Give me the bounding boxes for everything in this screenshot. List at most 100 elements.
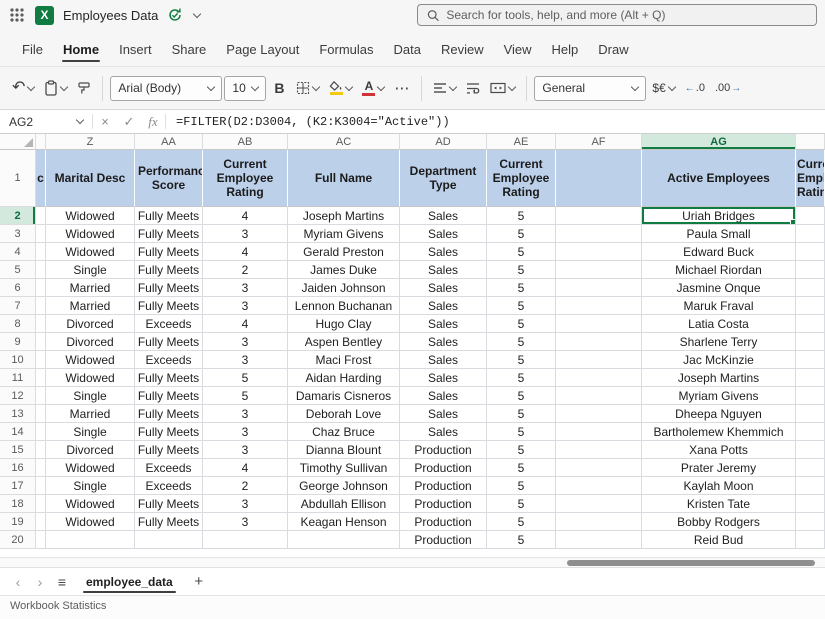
cell-aa15[interactable]: Fully Meets [135, 441, 203, 459]
cell-af2[interactable] [556, 207, 642, 225]
cell-af9[interactable] [556, 333, 642, 351]
cell-ac8[interactable]: Hugo Clay [288, 315, 400, 333]
cell-ae12[interactable]: 5 [487, 387, 556, 405]
cell-ae13[interactable]: 5 [487, 405, 556, 423]
app-launcher-button[interactable] [8, 6, 26, 24]
cell-ad2[interactable]: Sales [400, 207, 487, 225]
cell-ae18[interactable]: 5 [487, 495, 556, 513]
cell-af13[interactable] [556, 405, 642, 423]
cell-x5[interactable] [796, 261, 825, 279]
cell-ab2[interactable]: 4 [203, 207, 288, 225]
cell-ac7[interactable]: Lennon Buchanan [288, 297, 400, 315]
menu-item-view[interactable]: View [494, 35, 542, 66]
cell-z16[interactable]: Widowed [46, 459, 135, 477]
cell-x12[interactable] [36, 387, 46, 405]
cell-af12[interactable] [556, 387, 642, 405]
name-box[interactable]: AG2 [0, 110, 92, 133]
cell-x4[interactable] [36, 243, 46, 261]
cell-ab3[interactable]: 3 [203, 225, 288, 243]
alignment-button[interactable] [429, 74, 460, 102]
cell-af19[interactable] [556, 513, 642, 531]
row-header-7[interactable]: 7 [0, 297, 36, 315]
cell-x11[interactable] [36, 369, 46, 387]
cell-aa19[interactable]: Fully Meets [135, 513, 203, 531]
menu-item-data[interactable]: Data [384, 35, 431, 66]
more-font-options-button[interactable]: ⋯ [390, 74, 414, 102]
cell-ab17[interactable]: 2 [203, 477, 288, 495]
cell-ae16[interactable]: 5 [487, 459, 556, 477]
row-header-11[interactable]: 11 [0, 369, 36, 387]
cell-x13[interactable] [36, 405, 46, 423]
cell-x3[interactable] [796, 225, 825, 243]
cell-ab4[interactable]: 4 [203, 243, 288, 261]
cell-aa7[interactable]: Fully Meets [135, 297, 203, 315]
cell-x18[interactable] [796, 495, 825, 513]
cell-ad3[interactable]: Sales [400, 225, 487, 243]
cell-af17[interactable] [556, 477, 642, 495]
increase-decimal-button[interactable]: .00 → [711, 74, 745, 102]
cell-ae14[interactable]: 5 [487, 423, 556, 441]
column-header-partial[interactable] [796, 134, 825, 150]
cell-aa3[interactable]: Fully Meets [135, 225, 203, 243]
cell-af3[interactable] [556, 225, 642, 243]
cell-ad9[interactable]: Sales [400, 333, 487, 351]
cell-ab12[interactable]: 5 [203, 387, 288, 405]
cell-ad4[interactable]: Sales [400, 243, 487, 261]
column-header-partial[interactable] [36, 134, 46, 150]
fill-handle[interactable] [790, 219, 795, 224]
cell-x20[interactable] [796, 531, 825, 549]
cell-x19[interactable] [36, 513, 46, 531]
cell-ae4[interactable]: 5 [487, 243, 556, 261]
header-cell-partial1[interactable]: c [36, 150, 46, 207]
cell-ad11[interactable]: Sales [400, 369, 487, 387]
cell-ac3[interactable]: Myriam Givens [288, 225, 400, 243]
header-cell-aa1[interactable]: Performance Score [135, 150, 203, 207]
row-header-19[interactable]: 19 [0, 513, 36, 531]
header-cell-z1[interactable]: Marital Desc [46, 150, 135, 207]
cell-x10[interactable] [36, 351, 46, 369]
cell-aa12[interactable]: Fully Meets [135, 387, 203, 405]
cell-aa6[interactable]: Fully Meets [135, 279, 203, 297]
column-header-ac[interactable]: AC [288, 134, 400, 150]
cell-ac16[interactable]: Timothy Sullivan [288, 459, 400, 477]
cell-z18[interactable]: Widowed [46, 495, 135, 513]
cell-aa9[interactable]: Fully Meets [135, 333, 203, 351]
cell-ag8[interactable]: Latia Costa [642, 315, 796, 333]
cell-z19[interactable]: Widowed [46, 513, 135, 531]
cell-x5[interactable] [36, 261, 46, 279]
cell-x17[interactable] [36, 477, 46, 495]
cell-ab8[interactable]: 4 [203, 315, 288, 333]
cell-z3[interactable]: Widowed [46, 225, 135, 243]
cell-ab14[interactable]: 3 [203, 423, 288, 441]
cell-z5[interactable]: Single [46, 261, 135, 279]
cell-af10[interactable] [556, 351, 642, 369]
search-box[interactable] [417, 4, 817, 26]
add-sheet-button[interactable]: + [187, 571, 211, 593]
cell-ad19[interactable]: Production [400, 513, 487, 531]
number-format-combobox[interactable]: General [534, 76, 646, 101]
borders-button[interactable] [292, 74, 323, 102]
cell-ag17[interactable]: Kaylah Moon [642, 477, 796, 495]
header-cell-af1[interactable] [556, 150, 642, 207]
cell-x15[interactable] [796, 441, 825, 459]
cell-af15[interactable] [556, 441, 642, 459]
cell-ac11[interactable]: Aidan Harding [288, 369, 400, 387]
cell-z15[interactable]: Divorced [46, 441, 135, 459]
row-header-3[interactable]: 3 [0, 225, 36, 243]
header-cell-partial1[interactable]: Current Employee Rating [796, 150, 825, 207]
cell-ab9[interactable]: 3 [203, 333, 288, 351]
row-header-6[interactable]: 6 [0, 279, 36, 297]
row-header-13[interactable]: 13 [0, 405, 36, 423]
cell-ae7[interactable]: 5 [487, 297, 556, 315]
cell-ag15[interactable]: Xana Potts [642, 441, 796, 459]
cell-z11[interactable]: Widowed [46, 369, 135, 387]
cell-z17[interactable]: Single [46, 477, 135, 495]
cell-ab18[interactable]: 3 [203, 495, 288, 513]
cell-aa4[interactable]: Fully Meets [135, 243, 203, 261]
cell-z12[interactable]: Single [46, 387, 135, 405]
cell-ad8[interactable]: Sales [400, 315, 487, 333]
column-header-aa[interactable]: AA [135, 134, 203, 150]
menu-item-help[interactable]: Help [542, 35, 589, 66]
paste-button[interactable] [40, 74, 71, 102]
cell-ag3[interactable]: Paula Small [642, 225, 796, 243]
